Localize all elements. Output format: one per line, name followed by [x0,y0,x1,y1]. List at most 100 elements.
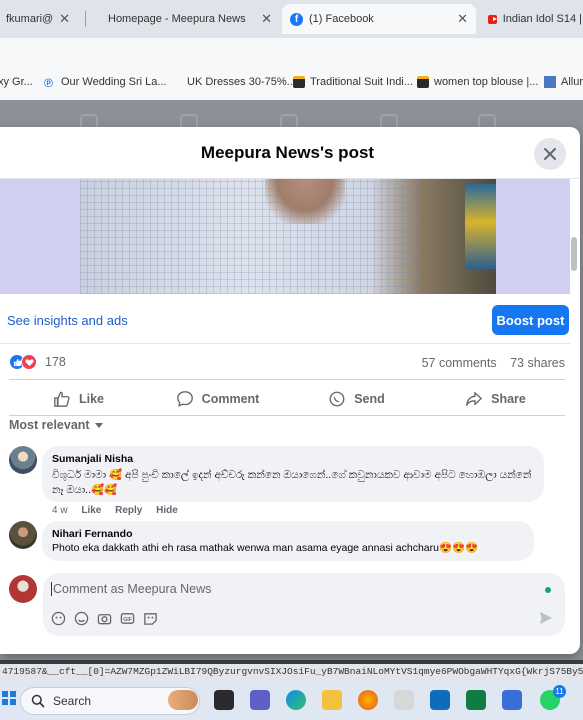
svg-text:GIF: GIF [123,617,132,623]
tab-close-icon[interactable]: ✕ [457,11,468,27]
camera-icon[interactable] [97,611,112,626]
tab-label: fkumari@ [6,13,54,25]
mail-icon[interactable] [430,690,450,710]
send-arrow-icon[interactable] [539,611,553,625]
messenger-whatsapp-icon [329,391,345,407]
divider [9,379,565,380]
comment-button[interactable]: Comment [148,383,287,415]
tab-close-icon[interactable]: ✕ [261,11,272,27]
share-label: Share [491,392,526,406]
avatar-sticker-icon[interactable] [51,611,66,626]
post-dialog: Meepura News's post See insights and ads… [0,127,580,654]
comment-sort-dropdown[interactable]: Most relevant [9,418,103,432]
comments-count[interactable]: 57 comments [422,356,497,370]
divider [0,343,570,344]
close-button[interactable] [534,138,566,170]
composer-avatar[interactable] [9,575,37,603]
comment-bubble-icon [176,391,193,407]
like-button[interactable]: Like [9,383,148,415]
task-view-icon[interactable] [214,690,234,710]
tab-facebook[interactable]: f (1) Facebook ✕ [282,4,476,34]
facebook-icon: f [290,12,303,26]
firefox-icon[interactable] [358,690,378,710]
bookmark-item[interactable]: ℗ Our Wedding Sri La... [44,76,167,90]
tab-label: Homepage - Meepura News [108,13,246,25]
file-explorer-icon[interactable] [322,690,342,710]
post-photo-area [0,179,570,294]
share-button[interactable]: Share [426,383,565,415]
divider [9,415,565,416]
bookmark-item[interactable]: women top blouse |... [417,76,538,88]
tab-label: Indian Idol S14 | [502,13,582,25]
comment-actions: 4 w Like Reply Hide [52,505,189,516]
tab-close-icon[interactable]: ✕ [59,11,70,27]
photos-icon[interactable] [502,690,522,710]
love-reaction-icon [21,354,37,370]
bookmark-label: women top blouse |... [434,76,539,88]
photo-background-object [465,184,496,269]
comment-label: Comment [201,392,260,406]
emoji-icon[interactable] [74,611,89,626]
pinterest-icon: ℗ [44,76,53,90]
taskbar: Search [0,680,583,720]
bookmark-item[interactable]: xy Gr... [0,76,33,88]
comment-text: Photo eka dakkath athi eh rasa mathak we… [52,542,479,554]
comment-author[interactable]: Sumanjali Nisha [52,453,534,465]
tab-gmail[interactable]: fkumari@ ✕ [0,4,78,34]
boost-post-button[interactable]: Boost post [492,305,569,335]
avatar[interactable] [9,521,37,549]
shares-count[interactable]: 73 shares [510,356,565,370]
avatar[interactable] [9,446,37,474]
excel-icon[interactable] [466,690,486,710]
sticker-icon[interactable] [143,611,158,626]
app-icon[interactable] [394,690,414,710]
comment-composer[interactable]: Comment as Meepura News GIF [43,573,565,636]
send-label: Send [354,392,385,406]
bookmark-item[interactable]: UK Dresses 30-75%... [187,76,296,88]
edge-icon[interactable] [286,690,306,710]
tab-indian-idol[interactable]: Indian Idol S14 | [480,4,583,34]
windows-start-icon[interactable] [2,691,16,705]
send-button[interactable]: Send [287,383,426,415]
bookmark-item[interactable]: Allur [544,76,583,88]
shirt-pattern [80,179,420,294]
site-icon [544,76,556,88]
close-icon [544,148,556,160]
search-icon [31,694,45,708]
post-photo[interactable] [80,179,496,294]
comment-author[interactable]: Nihari Fernando [52,528,524,540]
dialog-title: Meepura News's post [200,143,375,162]
dialog-header: Meepura News's post [0,127,580,179]
dialog-scrollbar[interactable] [571,237,577,271]
comment-reply-link[interactable]: Reply [115,505,142,516]
bookmark-label: xy Gr... [0,76,33,88]
comment-hide-link[interactable]: Hide [156,505,178,516]
comment-item: Sumanjali Nisha විශුධර් මාමා 🥰 අපි පුංචි… [9,446,549,516]
insights-link[interactable]: See insights and ads [7,313,128,328]
tab-meepura-homepage[interactable]: Homepage - Meepura News ✕ [100,4,280,34]
bookmark-label: Our Wedding Sri La... [61,76,167,88]
reaction-summary[interactable]: 178 [9,354,66,370]
comment-timestamp[interactable]: 4 w [52,505,68,516]
youtube-icon [488,14,497,24]
search-highlight-icon[interactable] [168,690,198,710]
status-dot-icon [545,587,551,593]
gif-icon[interactable]: GIF [120,611,135,626]
post-action-bar: Like Comment Send Share [9,383,565,415]
sort-label: Most relevant [9,418,90,432]
comment-like-link[interactable]: Like [81,505,101,516]
teams-icon[interactable] [250,690,270,710]
shopping-bag-icon [293,76,305,88]
notification-badge: 11 [553,685,566,698]
reaction-count: 178 [45,355,66,369]
composer-toolbar: GIF [51,611,166,626]
comment-bubble: Nihari Fernando Photo eka dakkath athi e… [42,521,534,561]
bookmark-item[interactable]: Traditional Suit Indi... [293,76,413,88]
chevron-down-icon [94,422,103,428]
tab-separator [85,11,86,27]
comment-input[interactable]: Comment as Meepura News [51,582,211,596]
share-arrow-icon [466,392,482,406]
browser-tab-strip: fkumari@ ✕ Homepage - Meepura News ✕ f (… [0,0,583,38]
status-url: 4719587&__cft__[0]=AZW7MZGp1ZWiLBI79QByz… [0,664,583,680]
shopping-bag-icon [417,76,429,88]
